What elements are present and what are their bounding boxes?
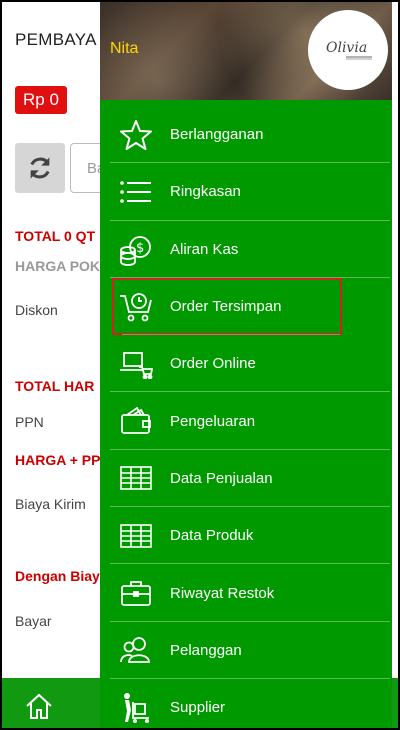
harga-pokok-label: HARGA POK xyxy=(15,258,101,274)
dolly-icon xyxy=(118,691,154,725)
menu-label: Data Penjualan xyxy=(170,469,273,487)
menu-item-data-penjualan[interactable]: Data Penjualan xyxy=(100,450,392,508)
wallet-icon xyxy=(118,404,154,438)
drawer-menu: Berlangganan Ringkasan $ Aliran Kas Orde… xyxy=(100,106,392,728)
menu-item-data-produk[interactable]: Data Produk xyxy=(100,507,392,565)
menu-item-berlangganan[interactable]: Berlangganan xyxy=(100,106,392,164)
menu-label: Pengeluaran xyxy=(170,412,256,430)
menu-item-supplier[interactable]: Supplier xyxy=(100,679,392,728)
menu-item-riwayat-restok[interactable]: Riwayat Restok xyxy=(100,564,392,622)
total-harga-label: TOTAL HAR xyxy=(15,378,95,394)
menu-label: Ringkasan xyxy=(170,183,241,201)
harga-ppn-label: HARGA + PP xyxy=(15,452,101,468)
menu-item-pengeluaran[interactable]: Pengeluaran xyxy=(100,392,392,451)
menu-label: Data Produk xyxy=(170,527,254,545)
cart-clock-icon xyxy=(118,290,154,324)
menu-label: Aliran Kas xyxy=(170,240,239,258)
total-qty-label: TOTAL 0 QT xyxy=(15,228,96,244)
menu-item-order-online[interactable]: Order Online xyxy=(100,335,392,393)
menu-item-pelanggan[interactable]: Pelanggan xyxy=(100,622,392,680)
table-icon xyxy=(118,461,154,495)
briefcase-icon xyxy=(118,576,154,610)
diskon-label: Diskon xyxy=(15,302,58,318)
ppn-label: PPN xyxy=(15,414,44,430)
price-badge: Rp 0 xyxy=(15,86,67,114)
svg-text:$: $ xyxy=(136,241,144,256)
users-icon xyxy=(118,633,154,667)
home-icon xyxy=(26,693,52,719)
home-button[interactable] xyxy=(24,691,54,721)
logo-text: Olivia xyxy=(326,40,367,56)
menu-item-order-tersimpan[interactable]: Order Tersimpan xyxy=(112,277,342,336)
menu-label: Order Online xyxy=(170,355,256,373)
laptop-cart-icon xyxy=(118,347,154,381)
refresh-icon xyxy=(30,157,50,179)
table-icon xyxy=(118,519,154,553)
page-title: PEMBAYA xyxy=(15,30,97,49)
star-icon xyxy=(118,118,154,152)
menu-item-ringkasan[interactable]: Ringkasan xyxy=(100,163,392,221)
list-icon xyxy=(118,175,154,209)
biaya-kirim-label: Biaya Kirim xyxy=(15,496,86,512)
menu-item-aliran-kas[interactable]: $ Aliran Kas xyxy=(100,221,392,279)
bayar-label: Bayar xyxy=(15,613,52,629)
drawer-header: Nita Olivia xyxy=(100,2,392,100)
coins-icon: $ xyxy=(118,232,154,267)
dengan-biaya-label: Dengan Biay xyxy=(15,568,100,584)
menu-label: Berlangganan xyxy=(170,126,264,144)
menu-label: Supplier xyxy=(170,699,226,717)
navigation-drawer: Nita Olivia Berlangganan Ringkasan $ Ali… xyxy=(100,2,392,728)
menu-label: Riwayat Restok xyxy=(170,584,275,602)
menu-label: Pelanggan xyxy=(170,641,242,659)
user-name: Nita xyxy=(110,40,139,57)
refresh-button[interactable] xyxy=(15,143,65,193)
menu-label: Order Tersimpan xyxy=(170,298,282,316)
store-logo: Olivia xyxy=(308,10,388,90)
